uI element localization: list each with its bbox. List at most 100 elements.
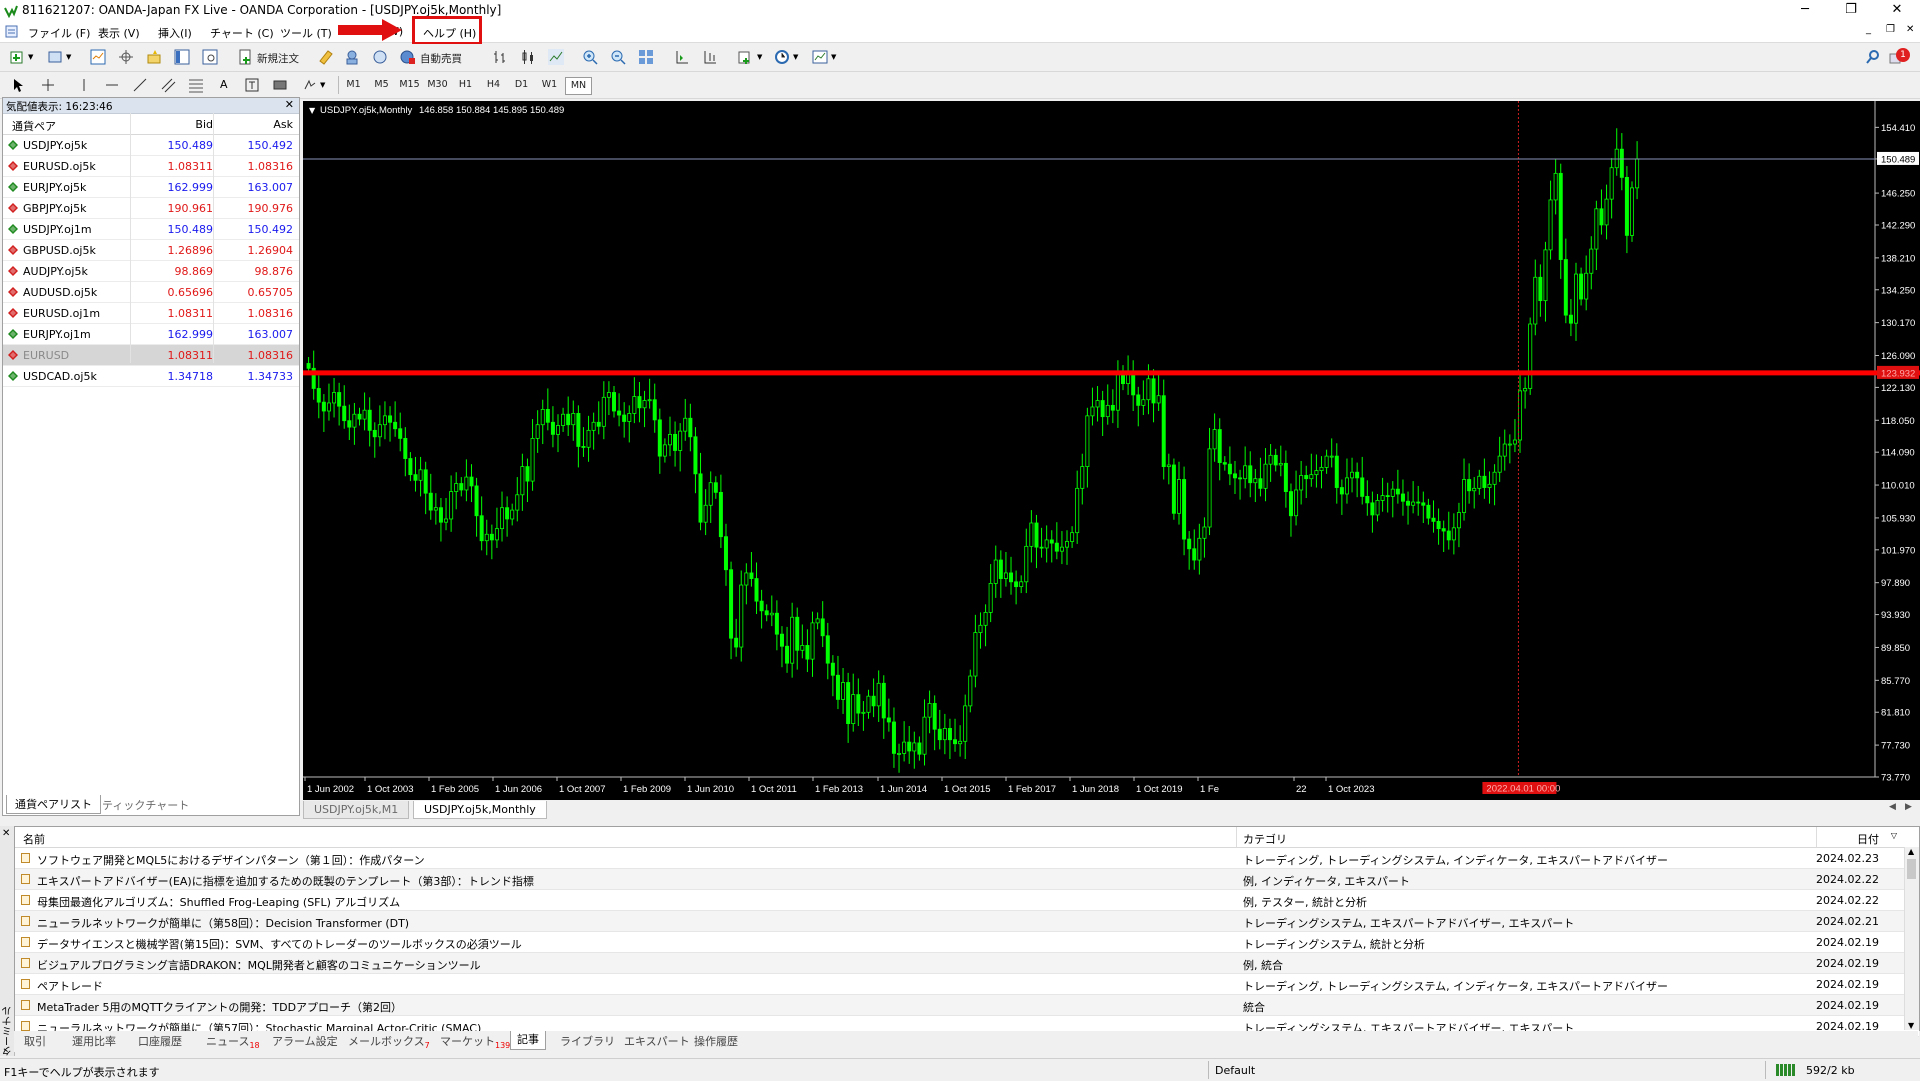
fibonacci-icon[interactable] (188, 77, 204, 93)
timeframe-m5[interactable]: M5 (369, 77, 394, 93)
terminal-tab[interactable]: 操作履歴 (694, 1033, 738, 1049)
zoom-out-icon[interactable] (610, 49, 626, 65)
tab-chart-monthly[interactable]: USDJPY.oj5k,Monthly (413, 801, 547, 819)
chevron-down-icon[interactable]: ▼ (831, 53, 836, 61)
price-chart[interactable]: 154.410 150.489 146.250 142.290 138.210 134.2… (303, 101, 1920, 800)
article-row[interactable]: ペアトレード トレーディング, トレーディングシステム, インディケータ, エキス… (15, 974, 1919, 995)
tab-symbols[interactable]: 通貨ペアリスト (6, 795, 101, 814)
menu-tools[interactable]: ツール (T) (280, 25, 332, 41)
column-ask[interactable]: Ask (273, 118, 293, 131)
vertical-line-icon[interactable] (76, 77, 92, 93)
chevron-down-icon[interactable]: ▼ (28, 53, 33, 61)
child-restore-icon[interactable]: ❐ (1886, 24, 1895, 35)
terminal-tab[interactable]: 口座履歴 (138, 1033, 182, 1049)
crosshair-icon[interactable] (40, 77, 56, 93)
terminal-icon[interactable] (174, 49, 190, 65)
new-order-button[interactable]: 新規注文 (257, 51, 299, 66)
tile-windows-icon[interactable] (638, 49, 654, 65)
sort-icon[interactable]: ▽ (1891, 831, 1897, 840)
column-date[interactable]: 日付 (1857, 831, 1879, 847)
chevron-down-icon[interactable]: ▼ (757, 53, 762, 61)
minimize-button[interactable]: ─ (1782, 0, 1828, 22)
shapes-icon[interactable] (302, 77, 318, 93)
terminal-tab[interactable]: マーケット139 (440, 1033, 510, 1050)
column-symbol[interactable]: 通貨ペア (12, 118, 56, 134)
horizontal-line-icon[interactable] (104, 77, 120, 93)
chart-canvas[interactable]: 154.410 150.489 146.250 142.290 138.210 134.2… (303, 101, 1920, 800)
new-chart-icon[interactable] (10, 49, 26, 65)
terminal-tab[interactable]: 記事 (510, 1031, 546, 1050)
market-watch-row[interactable]: GBPUSD.oj5k 1.26896 1.26904 (3, 240, 299, 261)
timeframe-m15[interactable]: M15 (397, 77, 422, 93)
data-window-icon[interactable] (118, 49, 134, 65)
article-row[interactable]: MetaTrader 5用のMQTTクライアントの開発：TDDアプローチ（第2回… (15, 995, 1919, 1016)
scrollbar-thumb[interactable] (1907, 859, 1916, 879)
signals-icon[interactable] (344, 49, 360, 65)
terminal-tab[interactable]: エキスパート (624, 1033, 690, 1049)
menu-insert[interactable]: 挿入(I) (158, 25, 192, 41)
market-watch-row[interactable]: USDJPY.oj1m 150.489 150.492 (3, 219, 299, 240)
rectangle-icon[interactable] (272, 77, 288, 93)
vertical-scrollbar[interactable]: ▲ ▼ (1904, 847, 1919, 1030)
templates-icon[interactable] (812, 49, 828, 65)
market-watch-row[interactable]: GBPJPY.oj5k 190.961 190.976 (3, 198, 299, 219)
auto-trading-button[interactable]: 自動売買 (420, 51, 462, 66)
close-icon[interactable]: ✕ (2, 828, 10, 839)
chart-shift-icon[interactable] (674, 49, 690, 65)
tab-tick-chart[interactable]: ティックチャート (102, 797, 189, 813)
periods-clock-icon[interactable] (774, 49, 790, 65)
market-watch-row[interactable]: USDJPY.oj5k 150.489 150.492 (3, 135, 299, 156)
scroll-left-icon[interactable]: ◀ (1889, 802, 1896, 812)
child-close-icon[interactable]: ✕ (1906, 24, 1914, 35)
indicators-icon[interactable] (738, 49, 754, 65)
market-watch-icon[interactable] (90, 49, 106, 65)
close-icon[interactable]: ✕ (285, 98, 294, 111)
timeframe-w1[interactable]: W1 (537, 77, 562, 93)
terminal-tab[interactable]: 取引 (24, 1033, 46, 1049)
auto-scroll-icon[interactable] (702, 49, 718, 65)
chevron-down-icon[interactable]: ▼ (320, 81, 325, 89)
restore-button[interactable]: ❐ (1828, 0, 1874, 22)
line-chart-icon[interactable] (548, 49, 564, 65)
article-row[interactable]: エキスパートアドバイザー(EA)に指標を追加するための既製のテンプレート（第3部… (15, 869, 1919, 890)
market-watch-row[interactable]: EURUSD 1.08311 1.08316 (3, 345, 299, 366)
article-row[interactable]: ビジュアルプログラミング言語DRAKON：MQL開発者と顧客のコミュニケーション… (15, 953, 1919, 974)
chevron-down-icon[interactable]: ▼ (793, 53, 798, 61)
auto-trading-icon[interactable] (400, 49, 416, 65)
equidistant-channel-icon[interactable] (160, 77, 176, 93)
bar-chart-icon[interactable] (492, 49, 508, 65)
article-row[interactable]: 母集団最適化アルゴリズム：Shuffled Frog-Leaping (SFL)… (15, 890, 1919, 911)
market-watch-row[interactable]: EURUSD.oj5k 1.08311 1.08316 (3, 156, 299, 177)
metaeditor-icon[interactable] (318, 49, 334, 65)
market-watch-row[interactable]: EURUSD.oj1m 1.08311 1.08316 (3, 303, 299, 324)
strategy-tester-icon[interactable] (202, 49, 218, 65)
close-button[interactable]: ✕ (1874, 0, 1920, 22)
timeframe-mn[interactable]: MN (565, 77, 592, 95)
search-icon[interactable] (1865, 49, 1881, 65)
terminal-tab[interactable]: 運用比率 (72, 1033, 116, 1049)
market-watch-row[interactable]: EURJPY.oj1m 162.999 163.007 (3, 324, 299, 345)
column-bid[interactable]: Bid (195, 118, 213, 131)
terminal-tab[interactable]: ニュース18 (206, 1033, 260, 1050)
terminal-tab[interactable]: メールボックス7 (348, 1033, 430, 1050)
timeframe-h4[interactable]: H4 (481, 77, 506, 93)
article-row[interactable]: データサイエンスと機械学習(第15回)：SVM、すべてのトレーダーのツールボック… (15, 932, 1919, 953)
scroll-right-icon[interactable]: ▶ (1905, 802, 1912, 812)
candlestick-chart-icon[interactable] (520, 49, 536, 65)
column-name[interactable]: 名前 (23, 831, 45, 847)
market-watch-row[interactable]: USDCAD.oj5k 1.34718 1.34733 (3, 366, 299, 387)
article-row[interactable]: ニューラルネットワークが簡単に（第58回）：Decision Transform… (15, 911, 1919, 932)
scroll-down-icon[interactable]: ▼ (1908, 1021, 1914, 1030)
navigator-icon[interactable] (146, 49, 162, 65)
zoom-in-icon[interactable] (582, 49, 598, 65)
article-row[interactable]: ソフトウェア開発とMQL5におけるデザインパターン（第１回）：作成パターン トレー… (15, 848, 1919, 869)
tab-chart-m1[interactable]: USDJPY.oj5k,M1 (303, 801, 410, 819)
terminal-tab[interactable]: アラーム設定 (272, 1033, 338, 1049)
text-tool-icon[interactable]: A (220, 78, 228, 91)
vps-icon[interactable] (372, 49, 388, 65)
market-watch-row[interactable]: AUDJPY.oj5k 98.869 98.876 (3, 261, 299, 282)
market-watch-row[interactable]: AUDUSD.oj5k 0.65696 0.65705 (3, 282, 299, 303)
new-order-icon[interactable] (238, 49, 254, 65)
scroll-up-icon[interactable]: ▲ (1908, 847, 1914, 856)
profiles-icon[interactable] (48, 49, 64, 65)
